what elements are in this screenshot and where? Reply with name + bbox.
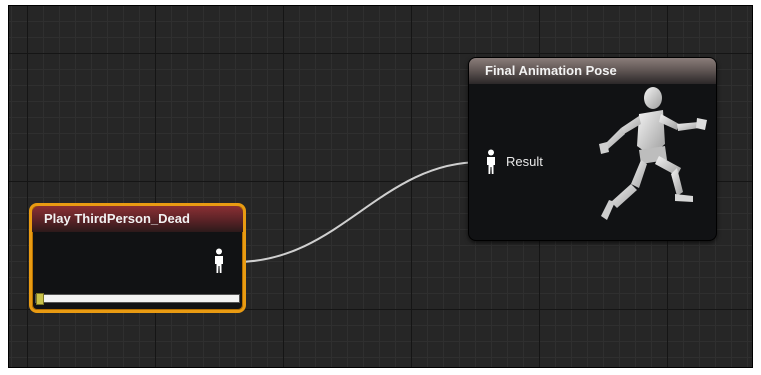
final-animation-pose-node[interactable]: Final Animation Pose Result: [468, 57, 717, 241]
play-node-header[interactable]: Play ThirdPerson_Dead: [32, 206, 243, 232]
final-node-title: Final Animation Pose: [485, 63, 617, 78]
running-mannequin-icon: [599, 87, 707, 220]
figure-pin-icon[interactable]: [485, 149, 497, 175]
result-pin-label: Result: [506, 154, 543, 169]
playback-progress-bar[interactable]: [35, 293, 240, 305]
playback-scrubber-handle[interactable]: [36, 293, 44, 305]
play-node-title: Play ThirdPerson_Dead: [44, 211, 190, 226]
play-animation-node[interactable]: Play ThirdPerson_Dead: [29, 203, 246, 313]
figure-pin-icon[interactable]: [213, 248, 225, 274]
final-node-header[interactable]: Final Animation Pose: [469, 58, 716, 84]
